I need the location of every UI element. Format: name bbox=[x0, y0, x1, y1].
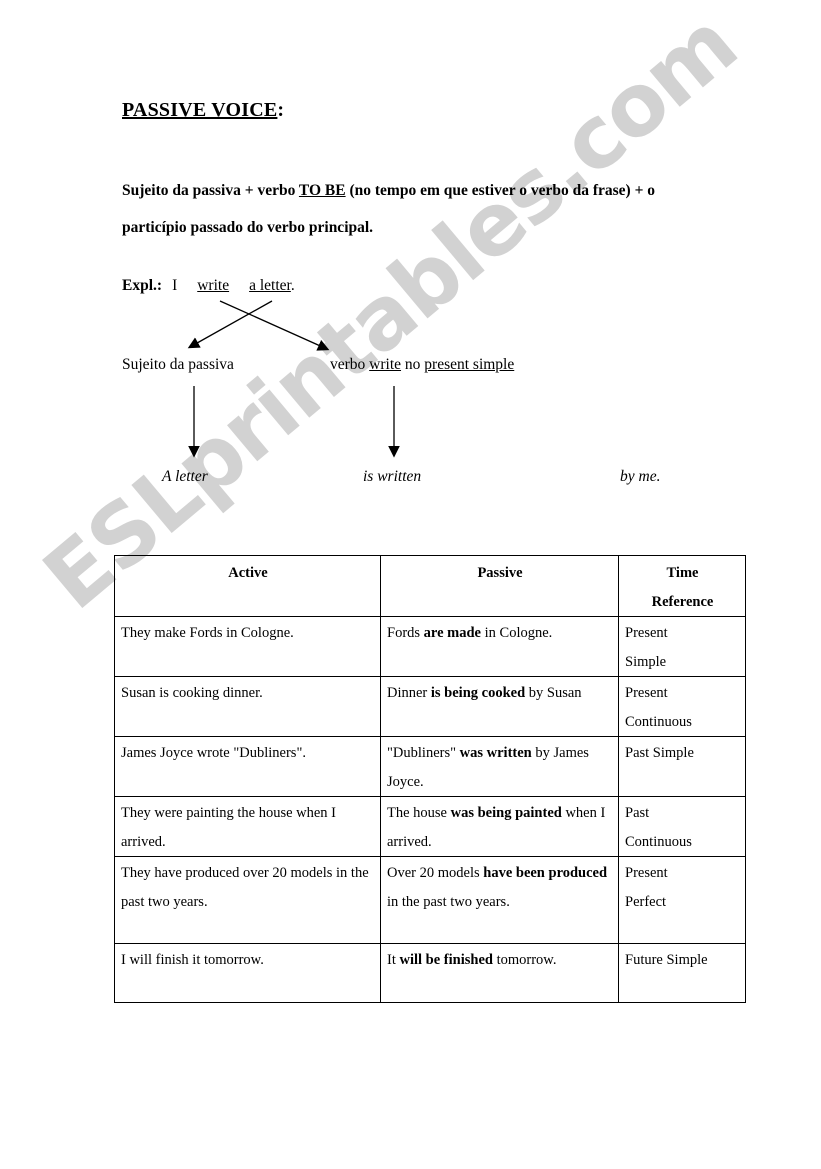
rule-paragraph: Sujeito da passiva + verbo TO BE (no tem… bbox=[122, 172, 697, 246]
cell-time-reference: Past Continuous bbox=[618, 796, 746, 857]
passive-voice-table: Active Passive Time Reference They make … bbox=[114, 555, 746, 1003]
example-sentence: Expl.: Iwrite a letter. bbox=[122, 277, 295, 295]
example-subject: I bbox=[172, 277, 178, 294]
cell-active: They were painting the house when I arri… bbox=[114, 796, 381, 857]
passive-post: in Cologne. bbox=[481, 625, 553, 641]
passive-post: by Susan bbox=[525, 685, 582, 701]
diagram-right-verb: write bbox=[369, 356, 402, 373]
example-verb: write bbox=[197, 277, 230, 294]
arrow-verb-to-tense bbox=[219, 300, 330, 351]
table-header-row: Active Passive Time Reference bbox=[114, 555, 746, 617]
time-line2: Continuous bbox=[625, 713, 692, 730]
cell-passive: It will be finished tomorrow. bbox=[380, 943, 619, 1003]
cell-time-reference: Future Simple bbox=[618, 943, 746, 1003]
passive-bold: was written bbox=[459, 745, 532, 761]
example-period: . bbox=[290, 277, 295, 294]
cell-active: They have produced over 20 models in the… bbox=[114, 856, 381, 944]
diagram-left-label: Sujeito da passiva bbox=[122, 356, 234, 373]
column-header-time-line2: Reference bbox=[651, 593, 714, 610]
passive-pre: The house bbox=[387, 805, 451, 821]
passive-post: in the past two years. bbox=[387, 893, 510, 910]
time-line2: Perfect bbox=[625, 893, 667, 910]
passive-pre: Fords bbox=[387, 625, 424, 641]
watermark-text: ESLprintables.com bbox=[25, 0, 755, 630]
table-row: They have produced over 20 models in the… bbox=[114, 856, 746, 944]
cell-active: Susan is cooking dinner. bbox=[114, 676, 381, 737]
example-object: a letter bbox=[249, 277, 291, 294]
passive-bold: are made bbox=[423, 625, 481, 641]
table-row: They were painting the house when I arri… bbox=[114, 796, 746, 857]
cell-time-reference: Present Perfect bbox=[618, 856, 746, 944]
rule-part-1: Sujeito da passiva + verbo bbox=[122, 182, 299, 199]
time-line1: Present bbox=[625, 625, 668, 641]
cell-passive: Dinner is being cooked by Susan bbox=[380, 676, 619, 737]
passive-pre: It bbox=[387, 952, 400, 968]
passive-pre: Over 20 models bbox=[387, 865, 484, 881]
time-line1: Future Simple bbox=[625, 952, 708, 968]
column-header-time-line1: Time bbox=[666, 565, 699, 581]
result-subject: A letter bbox=[162, 468, 208, 485]
passive-bold: will be finished bbox=[399, 952, 493, 968]
worksheet-page: ESLprintables.com PASSIVE VOICE: Sujeito… bbox=[0, 0, 821, 1169]
time-line1: Present bbox=[625, 685, 668, 701]
example-label: Expl.: bbox=[122, 277, 163, 294]
diagram-right-label: verbo write no present simple bbox=[330, 356, 514, 374]
cell-active: They make Fords in Cologne. bbox=[114, 616, 381, 677]
time-line2: Continuous bbox=[625, 833, 692, 850]
cell-passive: The house was being painted when I arriv… bbox=[380, 796, 619, 857]
table-row: They make Fords in Cologne. Fords are ma… bbox=[114, 616, 746, 677]
rule-to-be: TO BE bbox=[298, 182, 346, 199]
page-title-colon: : bbox=[277, 99, 285, 121]
cell-passive: Fords are made in Cologne. bbox=[380, 616, 619, 677]
page-title: PASSIVE VOICE: bbox=[122, 99, 284, 122]
column-header-active: Active bbox=[114, 555, 381, 617]
time-line1: Past bbox=[625, 805, 650, 821]
passive-bold: was being painted bbox=[450, 805, 562, 821]
time-line1: Past Simple bbox=[625, 745, 694, 761]
passive-bold: is being cooked bbox=[430, 685, 526, 701]
cell-time-reference: Present Continuous bbox=[618, 676, 746, 737]
column-header-passive: Passive bbox=[380, 555, 619, 617]
cell-time-reference: Present Simple bbox=[618, 616, 746, 677]
diagram-right-tense: present simple bbox=[424, 356, 515, 373]
diagram-right-mid: no bbox=[401, 356, 425, 373]
cell-passive: Over 20 models have been produced in the… bbox=[380, 856, 619, 944]
table-row: Susan is cooking dinner. Dinner is being… bbox=[114, 676, 746, 737]
time-line2: Simple bbox=[625, 653, 667, 670]
passive-pre: Dinner bbox=[387, 685, 431, 701]
cell-passive: "Dubliners" was written by James Joyce. bbox=[380, 736, 619, 797]
passive-bold: have been produced bbox=[483, 865, 608, 881]
passive-post: tomorrow. bbox=[492, 952, 557, 968]
table-row: I will finish it tomorrow. It will be fi… bbox=[114, 943, 746, 1003]
time-line1: Present bbox=[625, 865, 668, 881]
passive-voice-table-wrapper: Active Passive Time Reference They make … bbox=[114, 555, 746, 1003]
page-title-underlined: PASSIVE VOICE bbox=[122, 99, 278, 121]
diagram-right-pre: verbo bbox=[330, 356, 370, 373]
passive-pre: "Dubliners" bbox=[387, 745, 460, 761]
column-header-time-reference: Time Reference bbox=[618, 555, 746, 617]
result-agent: by me. bbox=[620, 468, 661, 485]
cell-active: James Joyce wrote "Dubliners". bbox=[114, 736, 381, 797]
arrow-object-to-subject bbox=[187, 300, 273, 349]
table-row: James Joyce wrote "Dubliners". "Dubliner… bbox=[114, 736, 746, 797]
cell-active: I will finish it tomorrow. bbox=[114, 943, 381, 1003]
result-verb: is written bbox=[363, 468, 422, 485]
cell-time-reference: Past Simple bbox=[618, 736, 746, 797]
